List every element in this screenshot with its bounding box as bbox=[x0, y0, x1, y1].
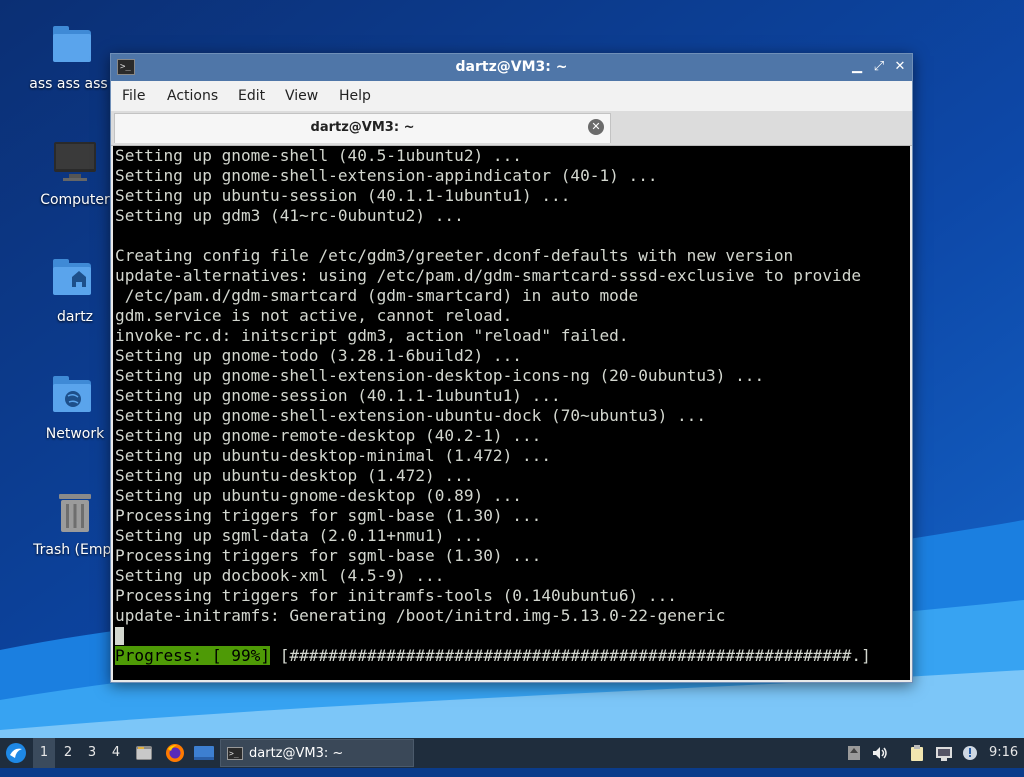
terminal-output[interactable]: Setting up gnome-shell (40.5-1ubuntu2) .… bbox=[113, 146, 910, 680]
menu-file[interactable]: File bbox=[122, 88, 145, 104]
start-menu-button[interactable] bbox=[4, 741, 28, 765]
taskbar: 1 2 3 4 >_ dartz@VM3: ~ 9:16 bbox=[0, 738, 1024, 768]
terminal-line: /etc/pam.d/gdm-smartcard (gdm-smartcard)… bbox=[115, 286, 639, 305]
terminal-cursor-line bbox=[115, 626, 871, 646]
terminal-window: >_ dartz@VM3: ~ ▁ ⤢ ✕ File Actions Edit … bbox=[110, 53, 913, 683]
terminal-line: Creating config file /etc/gdm3/greeter.d… bbox=[115, 246, 794, 265]
menu-edit[interactable]: Edit bbox=[238, 88, 265, 104]
firefox-launcher[interactable] bbox=[165, 743, 185, 763]
terminal-icon: >_ bbox=[227, 747, 243, 760]
menu-view[interactable]: View bbox=[285, 88, 318, 104]
menu-help[interactable]: Help bbox=[339, 88, 371, 104]
taskbar-task-terminal[interactable]: >_ dartz@VM3: ~ bbox=[220, 739, 414, 767]
terminal-line: update-alternatives: using /etc/pam.d/gd… bbox=[115, 266, 862, 285]
terminal-line: Processing triggers for initramfs-tools … bbox=[115, 586, 677, 605]
tab-terminal[interactable]: dartz@VM3: ~ ✕ bbox=[114, 113, 611, 143]
minimize-button[interactable]: ▁ bbox=[848, 58, 866, 76]
terminal-line: Setting up gnome-shell (40.5-1ubuntu2) .… bbox=[115, 146, 522, 165]
terminal-line: Setting up ubuntu-gnome-desktop (0.89) .… bbox=[115, 486, 522, 505]
computer-icon bbox=[51, 138, 99, 186]
task-title: dartz@VM3: ~ bbox=[249, 746, 344, 761]
desktop-icon bbox=[194, 746, 214, 760]
tray-update-icon[interactable] bbox=[845, 744, 863, 762]
menu-bar: File Actions Edit View Help bbox=[111, 81, 912, 111]
window-titlebar[interactable]: >_ dartz@VM3: ~ ▁ ⤢ ✕ bbox=[111, 54, 912, 81]
maximize-button[interactable]: ⤢ bbox=[870, 58, 888, 76]
workspace-4[interactable]: 4 bbox=[105, 738, 127, 768]
file-manager-launcher[interactable] bbox=[134, 743, 154, 763]
menu-actions[interactable]: Actions bbox=[167, 88, 218, 104]
workspace-2[interactable]: 2 bbox=[57, 738, 79, 768]
terminal-line: Setting up ubuntu-desktop-minimal (1.472… bbox=[115, 446, 552, 465]
terminal-line: Processing triggers for sgml-base (1.30)… bbox=[115, 506, 542, 525]
trash-icon bbox=[51, 488, 99, 536]
close-button[interactable]: ✕ bbox=[891, 58, 909, 76]
show-desktop-button[interactable] bbox=[193, 744, 215, 762]
workspace-1[interactable]: 1 bbox=[33, 738, 55, 768]
terminal-line: Setting up ubuntu-desktop (1.472) ... bbox=[115, 466, 474, 485]
progress-bar-text: [#######################################… bbox=[270, 646, 871, 665]
volume-icon[interactable] bbox=[871, 744, 889, 762]
terminal-line: invoke-rc.d: initscript gdm3, action "re… bbox=[115, 326, 629, 345]
text-cursor bbox=[115, 627, 124, 645]
terminal-line: update-initramfs: Generating /boot/initr… bbox=[115, 606, 726, 625]
clock[interactable]: 9:16 bbox=[989, 738, 1018, 768]
notification-icon[interactable] bbox=[962, 744, 980, 762]
file-manager-icon bbox=[136, 746, 152, 760]
progress-line: Progress: [ 99%] [######################… bbox=[115, 646, 871, 666]
tab-label: dartz@VM3: ~ bbox=[310, 120, 415, 135]
terminal-line: Setting up gdm3 (41~rc-0ubuntu2) ... bbox=[115, 206, 464, 225]
folder-icon bbox=[51, 22, 99, 70]
window-title: dartz@VM3: ~ bbox=[455, 59, 568, 75]
network-status-icon[interactable] bbox=[935, 744, 953, 762]
firefox-icon bbox=[166, 744, 184, 762]
tab-close-icon[interactable]: ✕ bbox=[588, 119, 604, 135]
terminal-line: Setting up gnome-shell-extension-appindi… bbox=[115, 166, 658, 185]
terminal-line: Setting up ubuntu-session (40.1.1-1ubunt… bbox=[115, 186, 571, 205]
terminal-line: Processing triggers for sgml-base (1.30)… bbox=[115, 546, 542, 565]
tab-bar: dartz@VM3: ~ ✕ bbox=[111, 111, 912, 146]
home-folder-icon bbox=[51, 255, 99, 303]
terminal-line: Setting up gnome-remote-desktop (40.2-1)… bbox=[115, 426, 542, 445]
terminal-line: Setting up gnome-shell-extension-desktop… bbox=[115, 366, 765, 385]
terminal-line: Setting up sgml-data (2.0.11+nmu1) ... bbox=[115, 526, 484, 545]
terminal-line: gdm.service is not active, cannot reload… bbox=[115, 306, 513, 325]
clipboard-icon[interactable] bbox=[908, 744, 926, 762]
lubuntu-logo-icon bbox=[6, 743, 26, 763]
terminal-line: Setting up gnome-session (40.1.1-1ubuntu… bbox=[115, 386, 561, 405]
terminal-line: Setting up gnome-todo (3.28.1-6build2) .… bbox=[115, 346, 522, 365]
terminal-lines: Setting up gnome-shell (40.5-1ubuntu2) .… bbox=[115, 146, 871, 666]
terminal-line: Setting up docbook-xml (4.5-9) ... bbox=[115, 566, 445, 585]
terminal-line: Setting up gnome-shell-extension-ubuntu-… bbox=[115, 406, 707, 425]
progress-label: Progress: [ 99%] bbox=[115, 646, 271, 665]
workspace-3[interactable]: 3 bbox=[81, 738, 103, 768]
network-folder-icon bbox=[51, 372, 99, 420]
